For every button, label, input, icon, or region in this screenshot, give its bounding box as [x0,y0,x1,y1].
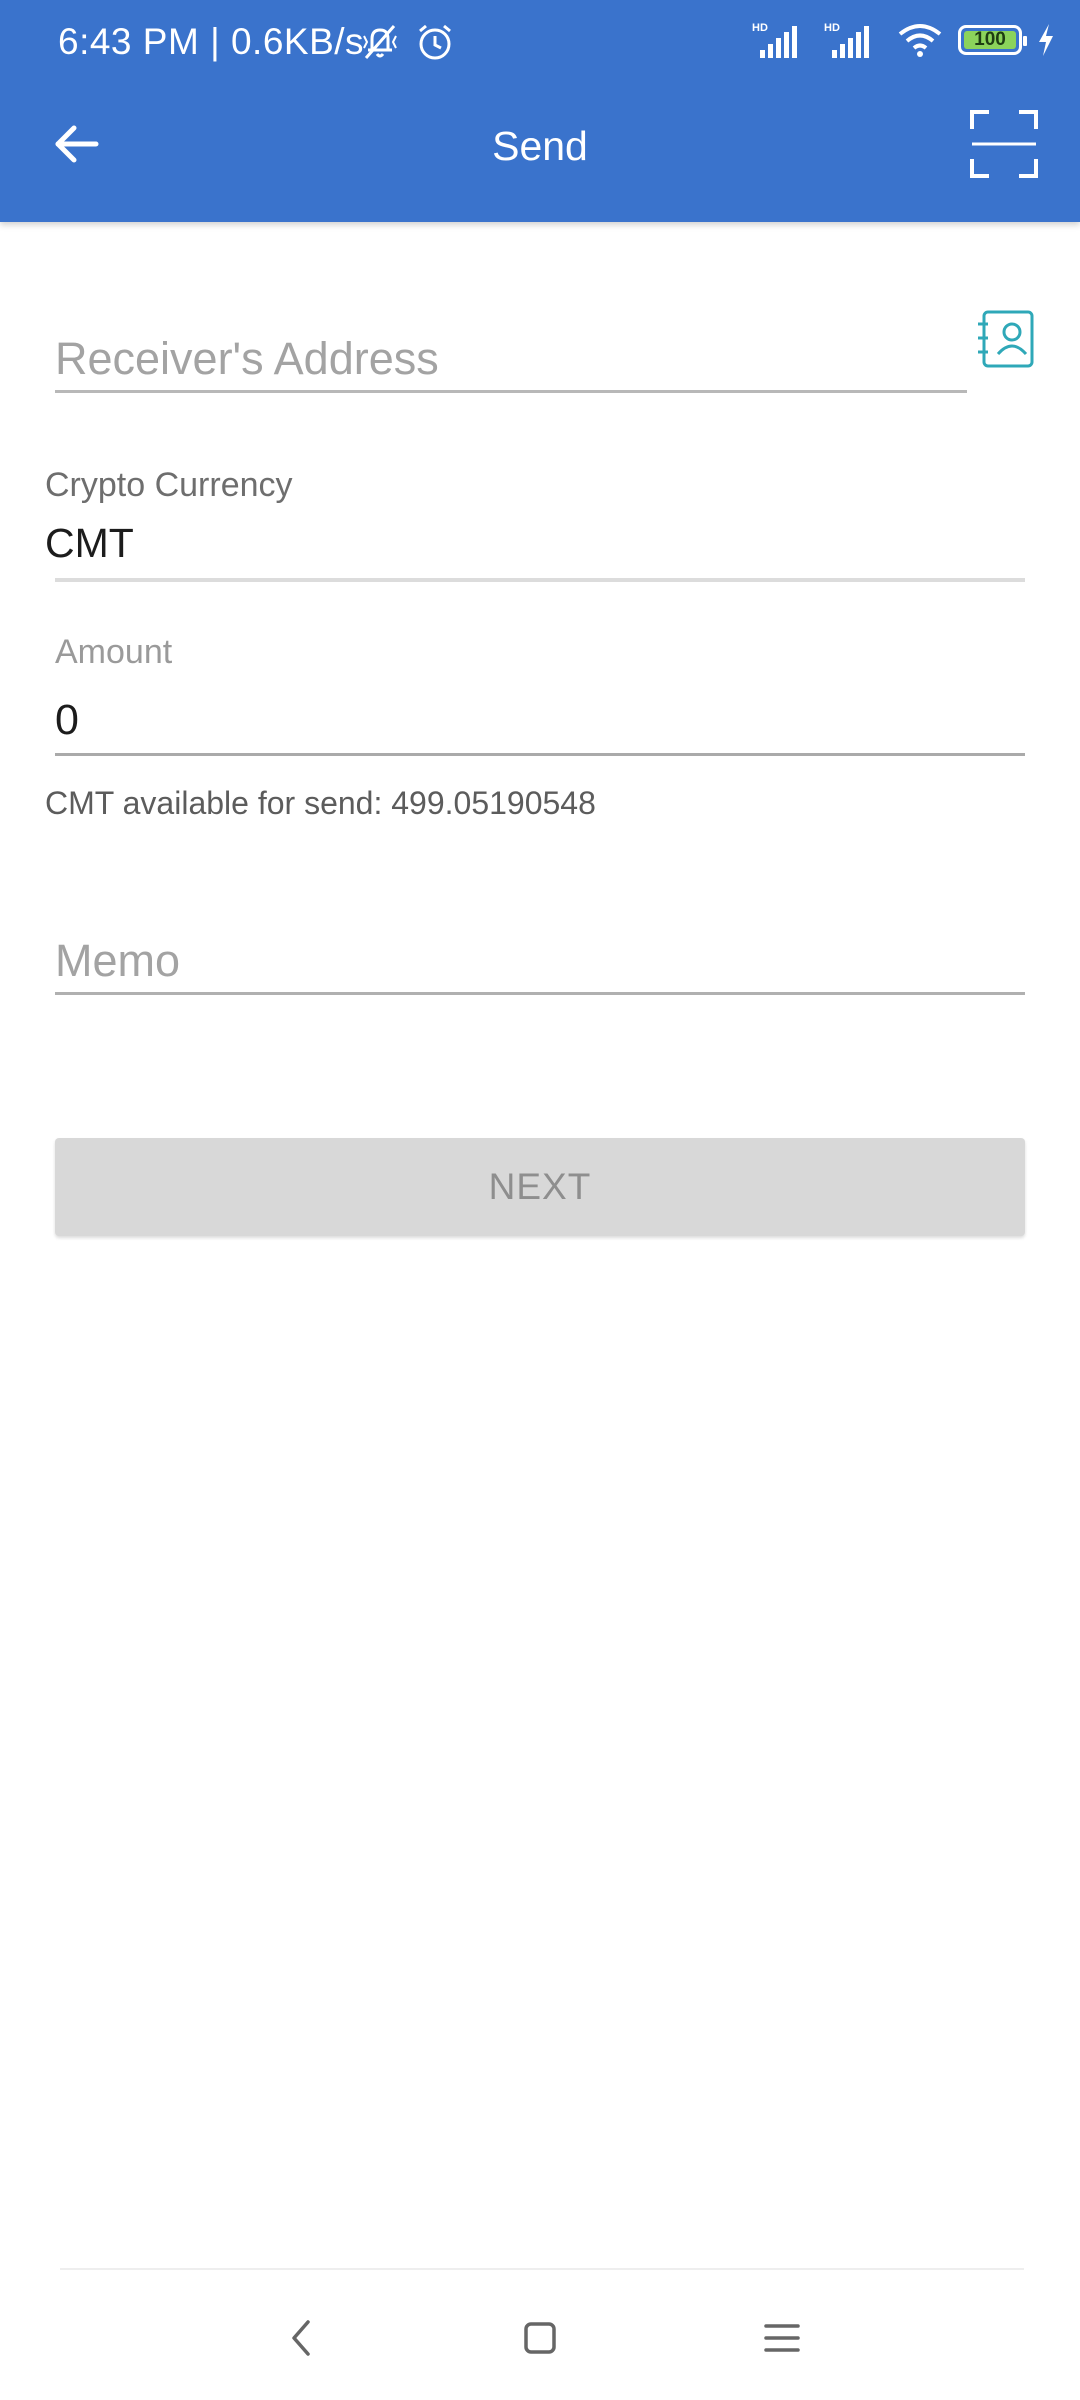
crypto-currency-underline [55,578,1025,582]
status-icons-right: HD HD 100 [752,20,1056,60]
crypto-currency-select[interactable]: CMT [45,520,134,567]
battery-icon: 100 [958,25,1027,55]
address-book-button[interactable] [975,308,1037,370]
amount-underline [55,753,1025,756]
status-time: 6:43 PM | 0.6KB/s [58,21,365,62]
memo-input[interactable] [55,928,1015,994]
app-header: 6:43 PM | 0.6KB/s HD HD 100 Send [0,0,1080,222]
next-button[interactable]: NEXT [55,1138,1025,1236]
square-home-icon [520,2318,560,2363]
menu-lines-icon [762,2318,802,2363]
system-home-button[interactable] [500,2300,580,2380]
svg-text:HD: HD [752,22,768,34]
signal-hd-icon: HD [752,20,810,60]
amount-label: Amount [55,633,173,671]
crypto-currency-label: Crypto Currency [45,466,293,504]
vibrate-off-icon [358,20,402,64]
scan-qr-icon [969,109,1039,184]
chevron-left-icon [282,2316,322,2365]
wifi-icon [896,20,944,60]
scan-qr-button[interactable] [964,106,1044,186]
alarm-icon [414,20,456,64]
status-icons-left [358,20,456,64]
svg-text:HD: HD [824,22,840,34]
receiver-address-underline [55,390,967,393]
amount-input[interactable] [55,690,1015,750]
send-screen: 6:43 PM | 0.6KB/s HD HD 100 Send Receive… [0,0,1080,2400]
nav-divider [60,2268,1024,2270]
receiver-address-input[interactable] [55,326,955,392]
available-balance: CMT available for send: 499.05190548 [45,785,596,821]
battery-level: 100 [974,29,1006,50]
memo-underline [55,992,1025,995]
charging-icon [1036,22,1056,58]
signal-hd-icon: HD [824,20,882,60]
system-recents-button[interactable] [742,2300,822,2380]
system-back-button[interactable] [262,2300,342,2380]
page-title: Send [492,123,588,169]
address-book-icon [975,310,1037,374]
